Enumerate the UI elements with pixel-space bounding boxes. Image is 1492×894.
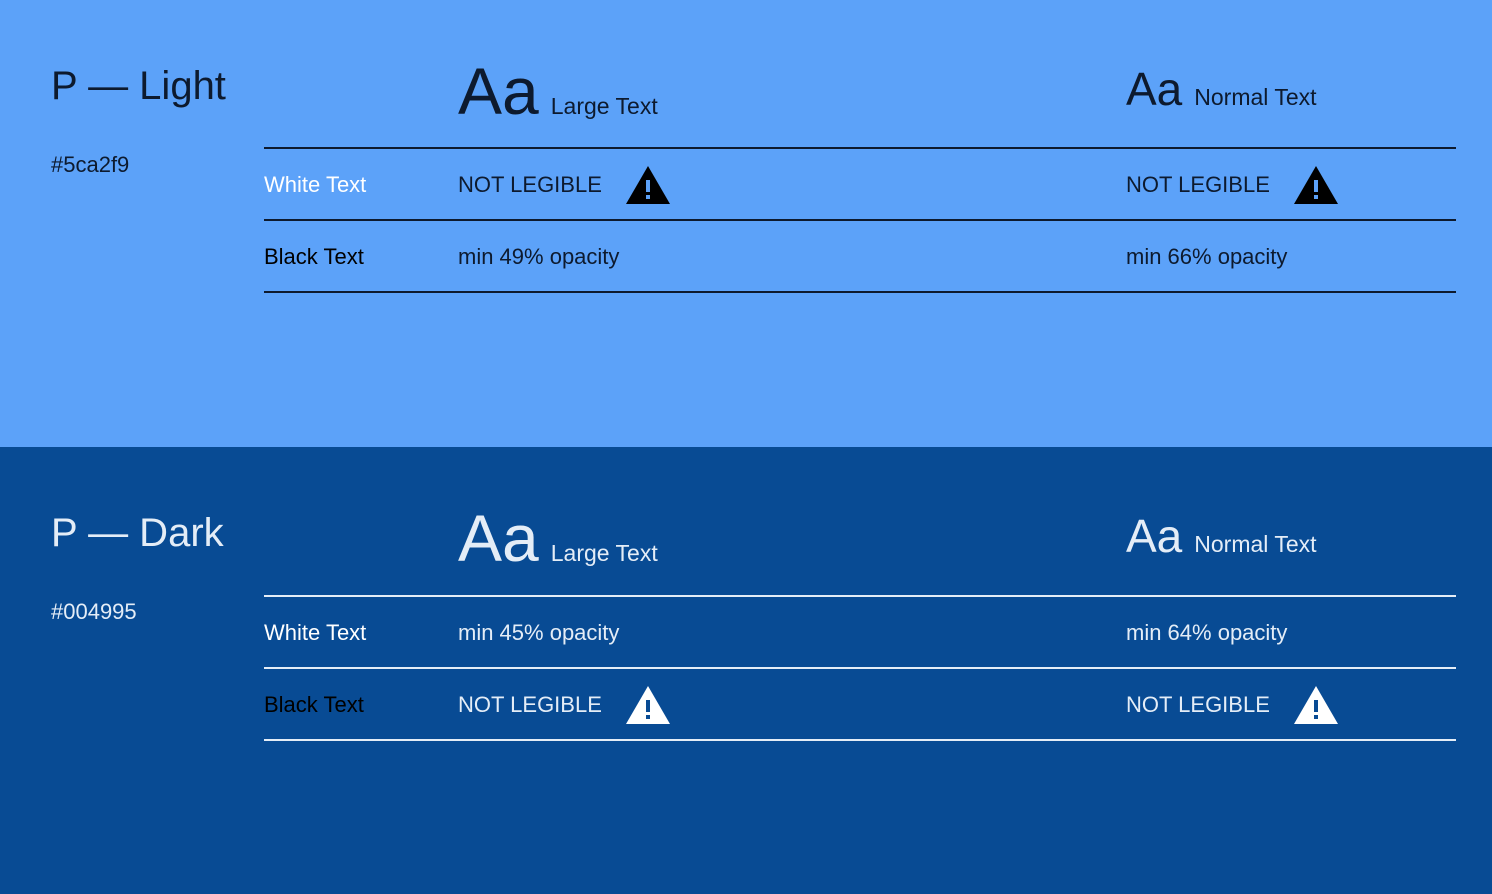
warning-icon [626, 686, 670, 724]
row-label: White Text [264, 620, 367, 645]
table-rule [264, 739, 1456, 741]
normal-text-caption: Normal Text [1194, 84, 1317, 110]
row-label: White Text [264, 172, 367, 197]
normal-text-header: Aa Normal Text [1126, 66, 1317, 112]
white-text-row: White Text min 45% opacity min 64% opaci… [0, 598, 1492, 668]
table-rule [264, 291, 1456, 293]
large-text-result: min 49% opacity [458, 244, 620, 269]
variant-title: P — Light [51, 64, 226, 108]
large-text-caption: Large Text [550, 540, 658, 566]
large-text-result: min 45% opacity [458, 620, 620, 645]
light-variant-panel: P — Light #5ca2f9 Aa Large Text Aa Normal … [0, 0, 1492, 447]
black-text-row: Black Text NOT LEGIBLE NOT LEGIBLE [0, 670, 1492, 740]
large-text-caption: Large Text [550, 93, 658, 119]
normal-aa-sample: Aa [1126, 63, 1183, 115]
table-rule [264, 595, 1456, 597]
large-text-result: NOT LEGIBLE [458, 692, 602, 717]
variant-title: P — Dark [51, 511, 224, 555]
table-rule [264, 667, 1456, 669]
large-aa-sample: Aa [458, 54, 539, 128]
black-text-row: Black Text min 49% opacity min 66% opaci… [0, 222, 1492, 292]
normal-text-result: NOT LEGIBLE [1126, 172, 1270, 197]
row-label: Black Text [264, 692, 364, 717]
large-text-header: Aa Large Text [458, 505, 658, 571]
table-rule [264, 219, 1456, 221]
row-label: Black Text [264, 244, 364, 269]
large-aa-sample: Aa [458, 501, 539, 575]
large-text-header: Aa Large Text [458, 58, 658, 124]
normal-text-result: NOT LEGIBLE [1126, 692, 1270, 717]
warning-icon [626, 166, 670, 204]
dark-variant-panel: P — Dark #004995 Aa Large Text Aa Normal T… [0, 447, 1492, 894]
normal-text-result: min 64% opacity [1126, 620, 1288, 645]
normal-aa-sample: Aa [1126, 510, 1183, 562]
white-text-row: White Text NOT LEGIBLE NOT LEGIBLE [0, 150, 1492, 220]
table-rule [264, 147, 1456, 149]
warning-icon [1294, 166, 1338, 204]
large-text-result: NOT LEGIBLE [458, 172, 602, 197]
normal-text-result: min 66% opacity [1126, 244, 1288, 269]
warning-icon [1294, 686, 1338, 724]
normal-text-header: Aa Normal Text [1126, 513, 1317, 559]
normal-text-caption: Normal Text [1194, 531, 1317, 557]
